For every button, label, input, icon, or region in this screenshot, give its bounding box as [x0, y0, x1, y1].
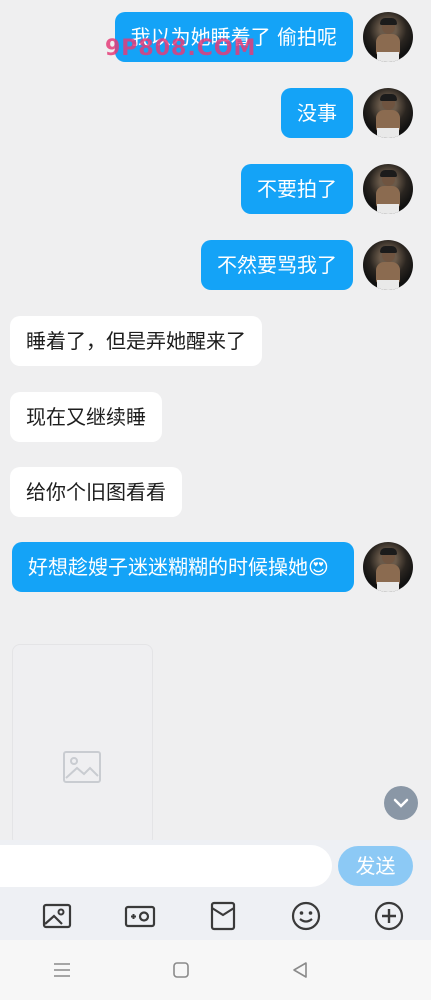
input-toolbar [0, 892, 431, 940]
plus-icon[interactable] [371, 898, 407, 934]
message-bubble[interactable]: 不然要骂我了 [201, 240, 353, 290]
avatar[interactable] [363, 240, 413, 290]
avatar[interactable] [363, 542, 413, 592]
avatar[interactable] [363, 88, 413, 138]
avatar[interactable] [363, 12, 413, 62]
watermark: 9P808.COM [105, 36, 257, 61]
message-bubble[interactable]: 不要拍了 [241, 164, 353, 214]
chevron-down-icon [393, 798, 409, 808]
message-input[interactable] [0, 845, 332, 887]
home-icon[interactable] [166, 958, 196, 982]
chat-area[interactable]: 我以为她睡着了 偷拍呢 9P808.COM 没事 不要拍了 不然要骂我了 睡着了… [0, 0, 431, 840]
image-placeholder-icon [63, 751, 101, 783]
composer: 发送 [0, 840, 431, 892]
message-bubble[interactable]: 睡着了，但是弄她醒来了 [10, 316, 262, 366]
back-icon[interactable] [285, 958, 315, 982]
message-bubble[interactable]: 好想趁嫂子迷迷糊糊的时候操她😍 [12, 542, 354, 592]
send-button[interactable]: 发送 [338, 846, 413, 886]
system-nav-bar [0, 940, 431, 1000]
image-icon[interactable] [39, 898, 75, 934]
menu-icon[interactable] [47, 958, 77, 982]
emoji-icon[interactable] [288, 898, 324, 934]
camera-icon[interactable] [122, 898, 158, 934]
red-packet-icon[interactable] [205, 898, 241, 934]
image-message[interactable] [12, 644, 153, 840]
avatar[interactable] [363, 164, 413, 214]
message-bubble[interactable]: 给你个旧图看看 [10, 467, 182, 517]
message-bubble[interactable]: 没事 [281, 88, 353, 138]
message-bubble[interactable]: 现在又继续睡 [10, 392, 162, 442]
scroll-down-button[interactable] [384, 786, 418, 820]
